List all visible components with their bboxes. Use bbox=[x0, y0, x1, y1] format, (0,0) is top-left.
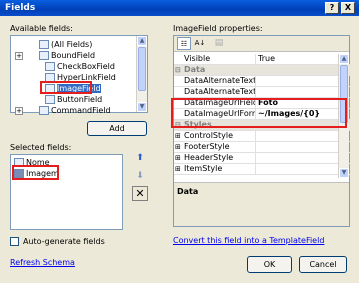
convert-template-link[interactable]: Convert this field into a TemplateField bbox=[173, 236, 324, 245]
auto-generate-checkbox[interactable] bbox=[10, 237, 19, 246]
scroll-thumb[interactable] bbox=[138, 47, 146, 91]
expand-icon[interactable]: + bbox=[15, 52, 23, 60]
property-name: ControlStyle bbox=[184, 131, 256, 142]
property-row[interactable]: ⊞ ItemStyle bbox=[174, 164, 350, 175]
available-fields-tree[interactable]: (All Fields) BoundField + CheckBoxField Hype… bbox=[10, 35, 148, 116]
expand-icon[interactable]: ⊞ bbox=[175, 164, 181, 174]
expand-icon[interactable]: ⊞ bbox=[175, 153, 181, 163]
description-title: Data bbox=[177, 187, 199, 196]
field-type-icon bbox=[39, 106, 49, 115]
ok-button[interactable]: OK bbox=[247, 256, 292, 273]
available-item[interactable]: CheckBoxField bbox=[45, 61, 115, 72]
refresh-schema-link[interactable]: Refresh Schema bbox=[10, 258, 75, 267]
selected-fields-label: Selected fields: bbox=[10, 143, 72, 152]
close-button[interactable]: X bbox=[341, 2, 355, 14]
auto-generate-label: Auto-generate fields bbox=[23, 237, 105, 246]
move-down-icon[interactable]: ⬇ bbox=[133, 170, 147, 183]
window-title: Fields bbox=[5, 3, 36, 13]
highlight-imagem bbox=[12, 165, 59, 180]
property-row[interactable]: ⊞ HeaderStyle bbox=[174, 153, 350, 164]
property-pages-icon[interactable]: ▤ bbox=[212, 37, 226, 50]
available-item[interactable]: ButtonField bbox=[45, 94, 102, 105]
property-name: DataAlternateTextFi bbox=[184, 76, 256, 87]
property-value[interactable]: True bbox=[258, 54, 275, 64]
cancel-button[interactable]: Cancel bbox=[299, 256, 347, 273]
highlight-dataimageurl bbox=[171, 98, 347, 128]
property-grid[interactable]: ☷ A↓ ▤ Visible True ⊟ Data DataAlternateText… bbox=[173, 35, 350, 227]
property-name: DataAlternateTextFi bbox=[184, 87, 256, 98]
alphabetical-icon[interactable]: A↓ bbox=[193, 37, 207, 50]
field-type-icon bbox=[39, 40, 49, 49]
expand-icon[interactable]: ⊟ bbox=[175, 65, 181, 75]
property-row[interactable]: ⊞ FooterStyle bbox=[174, 142, 350, 153]
available-item[interactable]: CommandField bbox=[39, 105, 111, 116]
properties-label: ImageField properties: bbox=[173, 24, 263, 33]
property-row[interactable]: Visible True bbox=[174, 54, 350, 65]
prop-scroll-down-icon[interactable]: ▼ bbox=[339, 168, 349, 178]
available-item[interactable]: (All Fields) bbox=[39, 39, 92, 50]
property-name: Data bbox=[184, 65, 206, 74]
available-scrollbar[interactable]: ▲ ▼ bbox=[136, 36, 147, 112]
expand-icon[interactable]: + bbox=[15, 107, 23, 115]
property-category[interactable]: ⊟ Data bbox=[174, 65, 350, 76]
available-item[interactable]: BoundField bbox=[39, 50, 95, 61]
property-name: Visible bbox=[184, 54, 256, 65]
help-button[interactable]: ? bbox=[325, 2, 339, 14]
move-up-icon[interactable]: ⬆ bbox=[133, 152, 147, 165]
title-bar: Fields ? X bbox=[0, 0, 359, 16]
property-row[interactable]: DataAlternateTextFi bbox=[174, 76, 350, 87]
property-toolbar: ☷ A↓ ▤ bbox=[174, 36, 349, 52]
property-name: FooterStyle bbox=[184, 142, 256, 153]
field-type-icon bbox=[45, 62, 55, 71]
property-row[interactable]: ⊞ ControlStyle bbox=[174, 131, 350, 142]
property-name: ItemStyle bbox=[184, 164, 256, 175]
highlight-imagefield bbox=[40, 81, 92, 94]
prop-scroll-up-icon[interactable]: ▲ bbox=[339, 54, 349, 64]
field-type-icon bbox=[45, 95, 55, 104]
property-description: Data bbox=[174, 182, 349, 226]
scroll-down-icon[interactable]: ▼ bbox=[137, 102, 147, 112]
expand-icon[interactable]: ⊞ bbox=[175, 131, 181, 141]
categorized-icon[interactable]: ☷ bbox=[177, 37, 191, 50]
field-type-icon bbox=[39, 51, 49, 60]
add-button[interactable]: Add bbox=[87, 121, 147, 136]
available-fields-label: Available fields: bbox=[10, 24, 73, 33]
delete-icon[interactable]: ✕ bbox=[132, 186, 148, 201]
expand-icon[interactable]: ⊞ bbox=[175, 142, 181, 152]
property-row[interactable]: DataAlternateTextFi bbox=[174, 87, 350, 98]
scroll-up-icon[interactable]: ▲ bbox=[137, 36, 147, 46]
property-name: HeaderStyle bbox=[184, 153, 256, 164]
